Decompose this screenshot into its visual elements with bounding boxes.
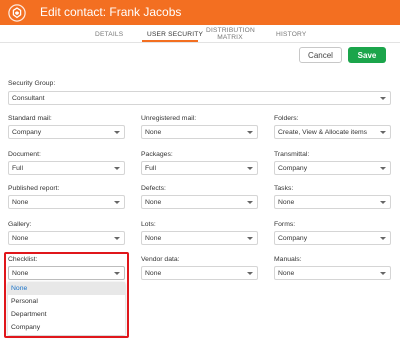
lots-select[interactable]: None bbox=[141, 231, 258, 245]
transmittal-label: Transmittal: bbox=[274, 151, 310, 158]
published-report-select[interactable]: None bbox=[8, 195, 125, 209]
chevron-down-icon bbox=[380, 272, 386, 275]
transmittal-select[interactable]: Company bbox=[274, 161, 391, 175]
active-tab-indicator bbox=[142, 40, 198, 42]
chevron-down-icon bbox=[380, 97, 386, 100]
manuals-label: Manuals: bbox=[274, 256, 302, 263]
published-report-label: Published report: bbox=[8, 185, 60, 192]
save-button[interactable]: Save bbox=[348, 47, 386, 63]
lots-label: Lots: bbox=[141, 221, 156, 228]
tasks-value: None bbox=[278, 199, 295, 206]
defects-select[interactable]: None bbox=[141, 195, 258, 209]
defects-label: Defects: bbox=[141, 185, 166, 192]
document-select[interactable]: Full bbox=[8, 161, 125, 175]
security-group-select[interactable]: Consultant bbox=[8, 91, 391, 105]
chevron-down-icon bbox=[380, 167, 386, 170]
chevron-down-icon bbox=[114, 201, 120, 204]
defects-value: None bbox=[145, 199, 162, 206]
standard-mail-value: Company bbox=[12, 129, 42, 136]
tab-details[interactable]: DETAILS bbox=[95, 31, 123, 38]
vendor-data-select[interactable]: None bbox=[141, 266, 258, 280]
chevron-down-icon bbox=[247, 131, 253, 134]
tab-user-security[interactable]: USER SECURITY bbox=[147, 31, 203, 38]
tasks-select[interactable]: None bbox=[274, 195, 391, 209]
chevron-down-icon bbox=[247, 272, 253, 275]
tab-distribution-matrix[interactable]: DISTRIBUTION MATRIX bbox=[206, 27, 255, 41]
tab-distribution-matrix-line2: MATRIX bbox=[217, 34, 243, 41]
gallery-label: Gallery: bbox=[8, 221, 32, 228]
chevron-down-icon bbox=[247, 167, 253, 170]
unregistered-mail-label: Unregistered mail: bbox=[141, 115, 197, 122]
checklist-highlight-box bbox=[4, 252, 129, 338]
standard-mail-label: Standard mail: bbox=[8, 115, 52, 122]
security-group-label: Security Group: bbox=[8, 80, 56, 87]
forms-value: Company bbox=[278, 235, 308, 242]
forms-label: Forms: bbox=[274, 221, 296, 228]
folders-label: Folders: bbox=[274, 115, 299, 122]
gallery-select[interactable]: None bbox=[8, 231, 125, 245]
packages-label: Packages: bbox=[141, 151, 173, 158]
manuals-value: None bbox=[278, 270, 295, 277]
transmittal-value: Company bbox=[278, 165, 308, 172]
published-report-value: None bbox=[12, 199, 29, 206]
chevron-down-icon bbox=[114, 167, 120, 170]
chevron-down-icon bbox=[247, 237, 253, 240]
shield-logo-icon bbox=[8, 4, 26, 22]
unregistered-mail-value: None bbox=[145, 129, 162, 136]
chevron-down-icon bbox=[114, 237, 120, 240]
security-group-value: Consultant bbox=[12, 95, 45, 102]
chevron-down-icon bbox=[380, 131, 386, 134]
standard-mail-select[interactable]: Company bbox=[8, 125, 125, 139]
vendor-data-value: None bbox=[145, 270, 162, 277]
gallery-value: None bbox=[12, 235, 29, 242]
tasks-label: Tasks: bbox=[274, 185, 294, 192]
packages-select[interactable]: Full bbox=[141, 161, 258, 175]
chevron-down-icon bbox=[247, 201, 253, 204]
manuals-select[interactable]: None bbox=[274, 266, 391, 280]
chevron-down-icon bbox=[380, 237, 386, 240]
tab-history[interactable]: HISTORY bbox=[276, 31, 306, 38]
folders-value: Create, View & Allocate items bbox=[278, 129, 368, 136]
document-value: Full bbox=[12, 165, 23, 172]
header-bar: Edit contact: Frank Jacobs bbox=[0, 0, 400, 25]
chevron-down-icon bbox=[380, 201, 386, 204]
unregistered-mail-select[interactable]: None bbox=[141, 125, 258, 139]
page-title: Edit contact: Frank Jacobs bbox=[40, 5, 182, 19]
document-label: Document: bbox=[8, 151, 41, 158]
tab-bar: DETAILS USER SECURITY DISTRIBUTION MATRI… bbox=[0, 25, 400, 43]
lots-value: None bbox=[145, 235, 162, 242]
folders-select[interactable]: Create, View & Allocate items bbox=[274, 125, 391, 139]
tab-distribution-matrix-line1: DISTRIBUTION bbox=[206, 27, 255, 34]
vendor-data-label: Vendor data: bbox=[141, 256, 180, 263]
packages-value: Full bbox=[145, 165, 156, 172]
cancel-button[interactable]: Cancel bbox=[299, 47, 342, 63]
chevron-down-icon bbox=[114, 131, 120, 134]
forms-select[interactable]: Company bbox=[274, 231, 391, 245]
